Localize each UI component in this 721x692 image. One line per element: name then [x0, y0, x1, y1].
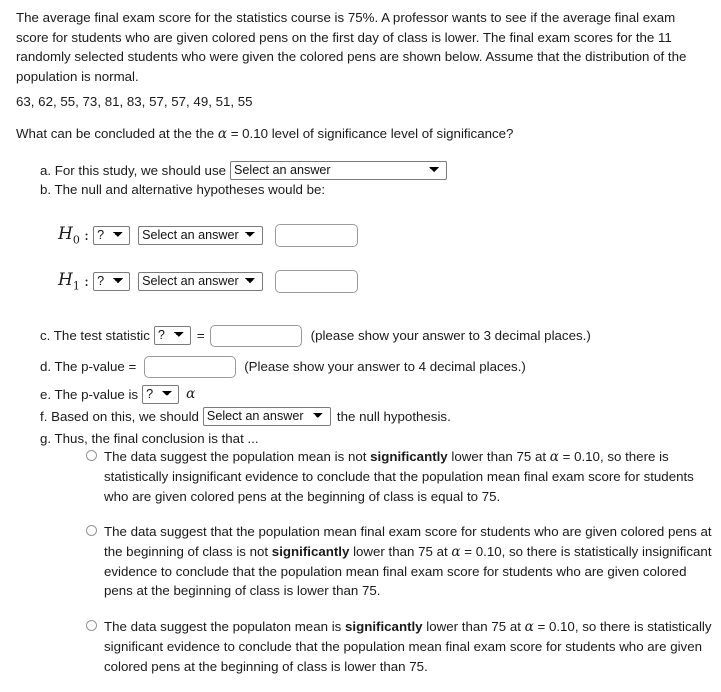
null-hypothesis-relation-select[interactable]: Select an answer — [138, 225, 264, 245]
study-type-select[interactable]: Select an answer — [230, 161, 448, 180]
radio-icon[interactable] — [86, 525, 97, 537]
conclusion-option-3[interactable]: The data suggest the populaton mean is s… — [86, 617, 712, 676]
alternative-hypothesis-row: H1 : ? Select an answer — [58, 268, 359, 294]
step-g-label: g. Thus, the final conclusion is that ..… — [40, 431, 259, 446]
null-hypothesis-row: H0 : ? Select an answer — [58, 222, 359, 248]
conclusion-option-2-text: The data suggest that the population mea… — [104, 522, 712, 601]
step-e-label: e. The p-value is — [40, 386, 139, 402]
null-hypothesis-colon: : — [84, 226, 90, 244]
opt3-alpha: α — [524, 618, 534, 635]
opt3-emphasis: significantly — [345, 618, 423, 634]
steps-cdefg: c. The test statistic ? = (please show y… — [40, 323, 700, 449]
step-f-tail: the null hypothesis. — [336, 408, 451, 424]
opt2-emphasis: significantly — [271, 543, 350, 559]
opt2-alpha: α — [451, 543, 461, 560]
p-value-hint: (Please show your answer to 4 decimal pl… — [244, 359, 526, 374]
step-g-row: g. Thus, the final conclusion is that ..… — [40, 429, 700, 449]
opt1-part1: The data suggest the population mean is … — [104, 449, 371, 464]
opt3-part2: lower than 75 at — [422, 618, 525, 634]
alternative-hypothesis-parameter-select[interactable]: ? — [93, 271, 131, 291]
step-a-label: a. For this study, we should use — [40, 162, 227, 178]
step-d-label: d. The p-value = — [40, 359, 137, 374]
step-d-row: d. The p-value = (Please show your answe… — [40, 354, 700, 379]
test-statistic-input[interactable] — [209, 324, 302, 347]
conclusion-options-group: The data suggest the population mean is … — [86, 447, 712, 692]
test-statistic-hint: (please show your answer to 3 decimal pl… — [310, 328, 591, 343]
alternative-hypothesis-value-input[interactable] — [275, 269, 359, 293]
sample-data-values: 63, 62, 55, 73, 81, 83, 57, 57, 49, 51, … — [16, 94, 253, 109]
significance-question: What can be concluded at the the α = 0.1… — [16, 124, 513, 145]
question-suffix: = 0.10 level of significance level of si… — [227, 126, 514, 141]
null-hypothesis-value-input[interactable] — [275, 223, 359, 247]
test-statistic-equals: = — [196, 328, 205, 343]
step-c-label: c. The test statistic — [40, 328, 150, 343]
steps-ab: a. For this study, we should use Select … — [40, 161, 720, 199]
opt3-part1: The data suggest the populaton mean is — [104, 618, 345, 634]
step-e-row: e. The p-value is ? α — [40, 384, 700, 404]
test-statistic-type-select[interactable]: ? — [153, 326, 191, 345]
alternative-hypothesis-colon: : — [84, 272, 90, 290]
conclusion-option-3-text: The data suggest the populaton mean is s… — [104, 617, 712, 676]
conclusion-option-1-text: The data suggest the population mean is … — [104, 447, 712, 506]
radio-icon[interactable] — [86, 619, 97, 631]
null-hypothesis-parameter-select[interactable]: ? — [93, 225, 131, 245]
opt1-part2: lower than 75 at — [447, 449, 550, 464]
opt1-emphasis: significantly — [370, 449, 448, 464]
step-f-row: f. Based on this, we should Select an an… — [40, 406, 700, 426]
question-prefix: What can be concluded at the the — [16, 126, 218, 141]
conclusion-option-1[interactable]: The data suggest the population mean is … — [86, 447, 712, 506]
alpha-symbol: α — [217, 126, 227, 142]
p-value-comparison-select[interactable]: ? — [142, 384, 180, 404]
step-b-label: b. The null and alternative hypotheses w… — [40, 182, 326, 197]
p-value-input[interactable] — [144, 355, 237, 378]
alpha-symbol-e: α — [186, 386, 196, 402]
alternative-hypothesis-relation-select[interactable]: Select an answer — [138, 271, 264, 291]
conclusion-option-2[interactable]: The data suggest that the population mea… — [86, 522, 712, 601]
opt2-part2: lower than 75 at — [349, 543, 452, 559]
decision-select[interactable]: Select an answer — [202, 406, 331, 426]
step-f-label: f. Based on this, we should — [40, 408, 199, 424]
hypotheses-block: H0 : ? Select an answer H1 : ? Select an… — [58, 222, 359, 294]
problem-statement: The average final exam score for the sta… — [16, 10, 687, 84]
step-a-row: a. For this study, we should use Select … — [40, 161, 720, 180]
step-b-row: b. The null and alternative hypotheses w… — [40, 181, 720, 199]
step-c-row: c. The test statistic ? = (please show y… — [40, 323, 700, 348]
opt1-alpha: α — [549, 449, 559, 465]
exercise-page: The average final exam score for the sta… — [0, 0, 721, 674]
radio-icon[interactable] — [86, 450, 97, 461]
